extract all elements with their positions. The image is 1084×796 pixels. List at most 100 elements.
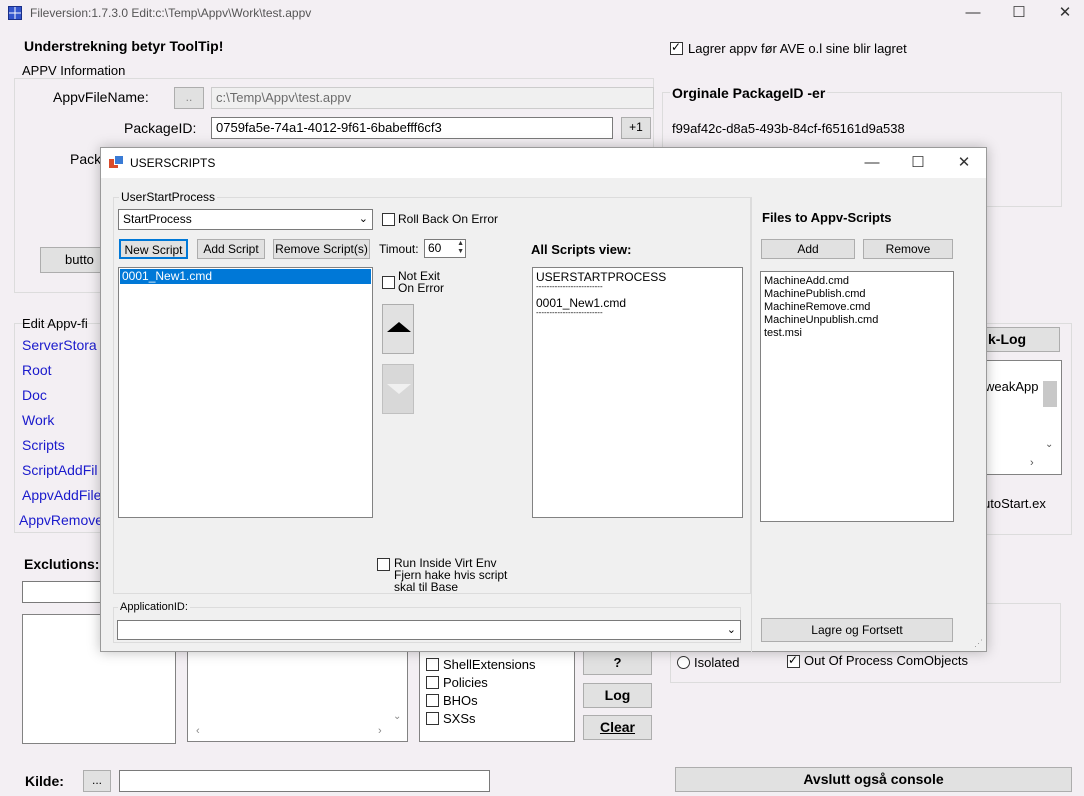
link-doc[interactable]: Doc — [22, 387, 47, 403]
kilde-browse-button[interactable]: ... — [83, 770, 111, 792]
files-list-item[interactable]: test.msi — [764, 327, 802, 339]
link-serverstorage[interactable]: ServerStora — [22, 337, 97, 353]
package-id-label: PackageID: — [124, 120, 197, 136]
resize-grip-icon[interactable]: ⋰ — [974, 638, 983, 649]
move-down-button[interactable] — [382, 364, 414, 414]
appv-info-group-label: APPV Information — [20, 63, 128, 78]
checklist-bhos: BHOs — [443, 693, 478, 708]
clear-button[interactable]: Clear — [583, 715, 652, 740]
appv-filename-field[interactable]: c:\Temp\Appv\test.appv — [211, 87, 654, 109]
link-scriptaddfile[interactable]: ScriptAddFil — [22, 462, 97, 478]
move-up-button[interactable] — [382, 304, 414, 354]
rollback-checkbox[interactable] — [382, 213, 395, 226]
browse-appv-button[interactable]: .. — [174, 87, 204, 109]
log-button[interactable]: Log — [583, 683, 652, 708]
link-scripts[interactable]: Scripts — [22, 437, 65, 453]
new-script-button[interactable]: New Script — [119, 239, 188, 259]
remove-scripts-button[interactable]: Remove Script(s) — [273, 239, 370, 259]
k-log-button[interactable]: k-Log — [975, 327, 1060, 352]
dialog-title: USERSCRIPTS — [130, 156, 216, 170]
generic-button[interactable]: butto — [40, 247, 104, 273]
exclutions-label: Exclutions: — [24, 556, 100, 572]
package-label-partial: Pack — [70, 151, 102, 167]
checkbox-bhos[interactable] — [426, 694, 439, 707]
files-list-item[interactable]: MachineRemove.cmd — [764, 301, 870, 313]
tweak-text: weakApp — [985, 379, 1039, 394]
run-inside-checkbox[interactable] — [377, 558, 390, 571]
link-appvremove[interactable]: AppvRemove — [19, 512, 103, 528]
checkbox-sxss[interactable] — [426, 712, 439, 725]
package-id-field[interactable]: 0759fa5e-74a1-4012-9f61-6babefff6cf3 — [211, 117, 613, 139]
timeout-label: Timout: — [379, 242, 419, 256]
close-console-button[interactable]: Avslutt også console — [675, 767, 1072, 792]
link-appvaddfile[interactable]: AppvAddFile — [22, 487, 101, 503]
chevron-down-icon: ⌄ — [358, 213, 368, 225]
files-list[interactable]: MachineAdd.cmd MachinePublish.cmd Machin… — [760, 271, 954, 522]
original-pkg-header: Orginale PackageID -er — [670, 85, 828, 101]
link-work[interactable]: Work — [22, 412, 54, 428]
kilde-label: Kilde: — [25, 773, 64, 789]
all-scripts-view[interactable]: USERSTARTPROCESS -----------------------… — [532, 267, 743, 518]
timeout-stepper[interactable]: 60 ▲ ▼ — [424, 239, 466, 258]
checklist-shellextensions: ShellExtensions — [443, 657, 536, 672]
exclutions-input[interactable] — [22, 581, 102, 603]
help-button[interactable]: ? — [583, 650, 652, 675]
save-appv-checkbox[interactable] — [670, 40, 683, 55]
save-continue-button[interactable]: Lagre og Fortsett — [761, 618, 953, 642]
close-button[interactable]: ✕ — [1042, 0, 1084, 27]
out-of-process-label: Out Of Process ComObjects — [804, 653, 968, 668]
feature-checklist[interactable]: ShellExtensions Policies BHOs SXSs — [419, 650, 575, 742]
chevron-right-icon[interactable]: › — [1030, 457, 1034, 469]
app-id-label: ApplicationID: — [118, 601, 190, 613]
chevron-right-icon[interactable]: › — [378, 725, 382, 737]
arrow-down-icon — [387, 384, 411, 394]
checkbox-shellextensions[interactable] — [426, 658, 439, 671]
rollback-label: Roll Back On Error — [398, 212, 499, 226]
panel-divider — [751, 197, 752, 652]
all-scripts-line: ------------------------- — [536, 308, 603, 317]
kilde-field[interactable] — [119, 770, 490, 792]
dialog-close-button[interactable]: ✕ — [941, 150, 987, 177]
all-scripts-header: All Scripts view: — [531, 242, 632, 257]
dialog-maximize-button[interactable]: ☐ — [895, 150, 941, 177]
out-of-process-checkbox[interactable] — [787, 653, 800, 668]
dialog-minimize-button[interactable]: — — [849, 150, 895, 177]
tweak-list[interactable]: weakApp ⌄ › — [975, 360, 1062, 475]
scrollbar-thumb[interactable] — [1043, 381, 1057, 407]
process-combo[interactable]: StartProcess ⌄ — [118, 209, 373, 230]
save-appv-label: Lagrer appv før AVE o.l sine blir lagret — [688, 41, 907, 56]
isolated-radio[interactable] — [677, 656, 690, 669]
stepper-up-icon[interactable]: ▲ — [457, 240, 464, 248]
files-list-item[interactable]: MachinePublish.cmd — [764, 288, 866, 300]
minimize-button[interactable]: — — [950, 0, 996, 27]
timeout-value: 60 — [428, 241, 442, 255]
increment-button[interactable]: +1 — [621, 117, 651, 139]
autostart-text: utoStart.ex — [983, 496, 1046, 511]
secondary-list[interactable]: ⌄ ‹ › — [187, 640, 408, 742]
appv-filename-label: AppvFileName: — [53, 89, 149, 105]
run-inside-line3: skal til Base — [394, 580, 459, 594]
script-list[interactable]: 0001_New1.cmd — [118, 267, 373, 518]
stepper-down-icon[interactable]: ▼ — [457, 248, 464, 256]
run-inside-label: Run Inside Virt Env Fjern hake hvis scri… — [394, 557, 507, 593]
maximize-button[interactable]: ☐ — [996, 0, 1042, 27]
user-start-group-label: UserStartProcess — [119, 190, 218, 204]
title-bar: Fileversion:1.7.3.0 Edit:c:\Temp\Appv\Wo… — [0, 0, 1084, 27]
not-exit-checkbox[interactable] — [382, 276, 395, 289]
dialog-title-bar: USERSCRIPTS — ☐ ✕ — [101, 148, 986, 178]
checkbox-policies[interactable] — [426, 676, 439, 689]
chevron-down-icon[interactable]: ⌄ — [393, 711, 401, 722]
chevron-left-icon[interactable]: ‹ — [196, 725, 200, 737]
app-id-combo[interactable]: ⌄ — [117, 620, 741, 640]
files-remove-button[interactable]: Remove — [863, 239, 953, 259]
all-scripts-line: ------------------------- — [536, 282, 603, 291]
files-add-button[interactable]: Add — [761, 239, 855, 259]
script-list-item[interactable]: 0001_New1.cmd — [120, 269, 371, 284]
files-list-item[interactable]: MachineAdd.cmd — [764, 275, 849, 287]
files-list-item[interactable]: MachineUnpublish.cmd — [764, 314, 878, 326]
link-root[interactable]: Root — [22, 362, 52, 378]
chevron-down-icon[interactable]: ⌄ — [1045, 439, 1053, 450]
add-script-button[interactable]: Add Script — [197, 239, 265, 259]
dialog-app-icon — [109, 155, 125, 171]
original-pkg-value: f99af42c-d8a5-493b-84cf-f65161d9a538 — [672, 121, 905, 136]
